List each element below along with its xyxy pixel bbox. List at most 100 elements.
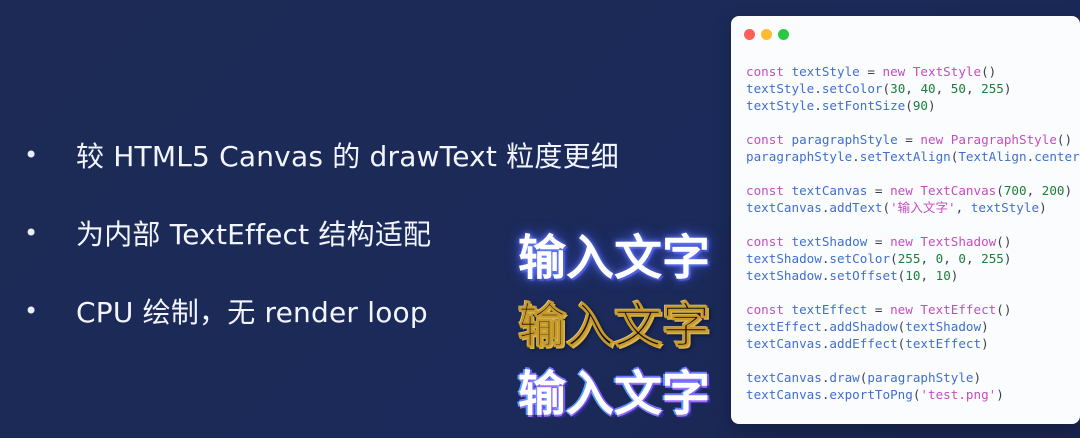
code-token: TextCanvas xyxy=(920,183,997,198)
code-token: , xyxy=(955,200,971,215)
code-token: 255 xyxy=(981,81,1004,96)
code-token: = xyxy=(867,234,891,249)
text-sample-gradient: 输入文字 xyxy=(518,366,711,422)
code-token: ) xyxy=(950,268,959,283)
code-token: textCanvas xyxy=(746,370,822,385)
code-line: textCanvas.addEffect(textEffect) xyxy=(746,335,1080,352)
code-token: 40 xyxy=(920,81,936,96)
code-token: 700 xyxy=(1003,183,1027,198)
code-token: center xyxy=(1034,149,1080,164)
code-token: addText xyxy=(829,200,883,215)
code-token: 30 xyxy=(890,81,906,96)
code-line: textShadow.setOffset(10, 10) xyxy=(746,267,1080,284)
code-token: new xyxy=(882,64,913,79)
code-token: textCanvas xyxy=(746,200,822,215)
bullet-dot: • xyxy=(24,219,39,247)
code-line: const textShadow = new TextShadow() xyxy=(746,233,1080,250)
code-token: setFontSize xyxy=(821,98,906,113)
code-token: const xyxy=(746,64,792,79)
code-token: , xyxy=(935,81,951,96)
code-token: setOffset xyxy=(829,268,898,283)
code-token: 50 xyxy=(950,81,966,96)
code-token: 0 xyxy=(958,251,966,266)
code-token: = xyxy=(897,132,921,147)
code-token: paragraphStyle xyxy=(746,149,853,164)
code-token: const xyxy=(746,183,792,198)
code-token: textStyle xyxy=(970,200,1040,215)
close-window-icon[interactable] xyxy=(744,29,755,40)
text-sample-glow: 输入文字 xyxy=(518,230,711,286)
code-token: setTextAlign xyxy=(859,149,951,164)
code-line: const textStyle = new TextStyle() xyxy=(746,63,1080,80)
code-token: ) xyxy=(996,387,1004,402)
code-token: () xyxy=(996,234,1012,249)
code-token: addShadow xyxy=(829,319,898,334)
code-token: () xyxy=(981,64,997,79)
code-token: textShadow xyxy=(746,268,822,283)
code-token: 200 xyxy=(1041,183,1065,198)
bullet-text: CPU 绘制，无 render loop xyxy=(76,296,428,329)
code-token: 255 xyxy=(981,251,1004,266)
code-token: textStyle xyxy=(746,81,815,96)
code-token: TextAlign xyxy=(958,149,1027,164)
code-token: const xyxy=(746,234,792,249)
bullet-item: • 较 HTML5 Canvas 的 drawText 粒度更细 xyxy=(24,136,724,174)
code-token: ParagraphStyle xyxy=(950,132,1057,147)
code-token: . xyxy=(814,81,822,96)
code-token: ) xyxy=(973,370,982,385)
code-line: paragraphStyle.setTextAlign(TextAlign.ce… xyxy=(746,148,1080,165)
code-token: ( xyxy=(996,183,1004,198)
code-token: ( xyxy=(890,251,898,266)
code-token: 255 xyxy=(897,251,921,266)
code-token: const xyxy=(746,302,792,317)
code-token: , xyxy=(920,268,936,283)
code-token: TextEffect xyxy=(920,302,997,317)
code-token: textEffect xyxy=(905,336,982,351)
code-token: setColor xyxy=(829,251,891,266)
maximize-window-icon[interactable] xyxy=(778,29,789,40)
bullet-text: 较 HTML5 Canvas 的 drawText 粒度更细 xyxy=(76,140,619,173)
code-token: 10 xyxy=(905,268,921,283)
code-token: () xyxy=(1056,132,1073,147)
code-token: textStyle xyxy=(791,64,860,79)
code-token: new xyxy=(920,132,951,147)
code-token: ) xyxy=(1003,251,1012,266)
code-token: textShadow xyxy=(746,251,822,266)
code-token: new xyxy=(890,183,921,198)
code-token: new xyxy=(890,302,921,317)
bullet-text: 为内部 TextEffect 结构适配 xyxy=(76,218,432,251)
code-token: = xyxy=(867,183,891,198)
code-token: addEffect xyxy=(829,336,898,351)
code-token: textCanvas xyxy=(791,183,868,198)
code-line: textEffect.addShadow(textShadow) xyxy=(746,318,1080,335)
code-token: 10 xyxy=(935,268,951,283)
code-token: textShadow xyxy=(905,319,982,334)
code-token: , xyxy=(965,251,982,266)
code-line: textCanvas.exportToPng('test.png') xyxy=(746,386,1080,403)
code-line: textStyle.setFontSize(90) xyxy=(746,97,1080,114)
code-block: const textStyle = new TextStyle() textSty… xyxy=(746,63,1080,403)
code-token: , xyxy=(905,81,921,96)
code-token: textStyle xyxy=(746,98,815,113)
text-sample-gold: 输入文字 xyxy=(517,298,711,355)
code-token: paragraphStyle xyxy=(867,370,974,385)
minimize-window-icon[interactable] xyxy=(761,29,772,40)
code-token: ) xyxy=(981,336,989,351)
code-token: textEffect xyxy=(746,319,822,334)
code-token: 90 xyxy=(912,98,929,113)
code-token: ) xyxy=(981,319,989,334)
code-token: = xyxy=(859,64,883,79)
code-token: textEffect xyxy=(791,302,868,317)
code-token: draw xyxy=(829,370,860,385)
code-token: , xyxy=(1026,183,1042,198)
code-line: textShadow.setColor(255, 0, 0, 255) xyxy=(746,250,1080,267)
code-token: textShadow xyxy=(791,234,868,249)
code-token: 'test.png' xyxy=(920,387,997,402)
code-token: , xyxy=(943,251,959,266)
bullet-dot: • xyxy=(24,141,39,169)
code-token: ) xyxy=(1064,183,1073,198)
